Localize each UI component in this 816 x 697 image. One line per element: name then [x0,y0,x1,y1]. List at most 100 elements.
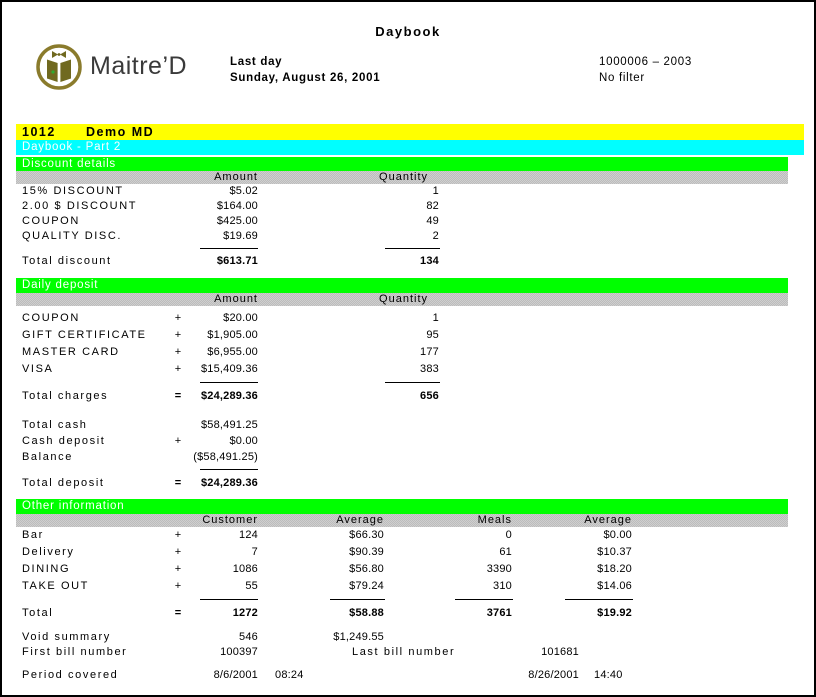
period-start-date: 8/6/2001 [158,668,258,683]
total-quantity: 134 [339,254,439,269]
deposit-column-headers: Amount Quantity [16,293,788,306]
other-info-section: Other information Customer Average Meals… [16,499,788,622]
row-label: 2.00 $ DISCOUNT [22,199,137,214]
total-label: Total charges [22,388,108,405]
customer-cell: 55 [158,578,258,595]
row-label: TAKE OUT [22,578,89,595]
total-amount: $613.71 [158,254,258,269]
amount-header: Amount [158,293,258,306]
total-meals: 3761 [412,605,512,622]
average-header: Average [532,514,632,527]
store-id: 1012 [22,124,56,140]
average-rule [330,599,385,600]
last-bill-label: Last bill number [352,645,455,660]
average-rule [565,599,633,600]
discount-section: Discount details Amount Quantity 15% DIS… [16,157,788,269]
row-label: QUALITY DISC. [22,229,122,244]
quantity-cell: 82 [339,199,439,214]
meals-rule [455,599,513,600]
average-cell: $14.06 [532,578,632,595]
report-period-block: Last day Sunday, August 26, 2001 [230,54,380,86]
quantity-cell: 383 [339,361,439,378]
row-label: Delivery [22,544,75,561]
other-info-column-headers: Customer Average Meals Average [16,514,788,527]
row-label: VISA [22,361,53,378]
discount-section-header: Discount details [16,157,788,171]
table-row: DINING + 1086 $56.80 3390 $18.20 [16,561,788,578]
quantity-header: Quantity [328,293,428,306]
quantity-cell: 95 [339,327,439,344]
total-row: Total charges = $24,289.36 656 [16,388,788,405]
quantity-cell: 2 [339,229,439,244]
table-row: 15% DISCOUNT $5.02 1 [16,184,788,199]
period-label: Last day [230,54,380,70]
void-summary-label: Void summary [22,630,111,645]
report-meta-block: 1000006 – 2003 No filter [599,54,692,86]
meals-header: Meals [412,514,512,527]
total-average: $58.88 [284,605,384,622]
customer-cell: 124 [158,527,258,544]
last-bill-number: 101681 [479,645,579,660]
row-label: COUPON [22,214,80,229]
average-header: Average [284,514,384,527]
void-amount: $1,249.55 [284,630,384,645]
void-count: 546 [158,630,258,645]
average-cell: $79.24 [284,578,384,595]
quantity-cell: 49 [339,214,439,229]
amount-cell: $58,491.25 [158,417,258,433]
total-label: Total [22,605,53,622]
table-row: COUPON $425.00 49 [16,214,788,229]
amount-rule [200,248,258,249]
table-row: 2.00 $ DISCOUNT $164.00 82 [16,199,788,214]
row-label: 15% DISCOUNT [22,184,124,199]
store-banner: 1012 Demo MD [16,124,804,140]
period-date: Sunday, August 26, 2001 [230,70,380,86]
average-cell: $18.20 [532,561,632,578]
total-average: $19.92 [532,605,632,622]
period-covered-row: Period covered 8/6/2001 08:24 8/26/2001 … [16,668,788,683]
total-rule [16,378,788,388]
discount-column-headers: Amount Quantity [16,171,788,184]
table-row: Total cash $58,491.25 [16,417,788,433]
filter-status: No filter [599,70,692,86]
total-amount: $24,289.36 [158,388,258,405]
total-row: Total discount $613.71 134 [16,254,788,269]
quantity-cell: 1 [339,184,439,199]
other-info-section-header: Other information [16,499,788,514]
row-label: Balance [22,449,73,465]
table-row: VISA + $15,409.36 383 [16,361,788,378]
total-rule [16,244,788,254]
total-label: Total discount [22,254,112,269]
store-name: Demo MD [86,124,154,140]
table-row: QUALITY DISC. $19.69 2 [16,229,788,244]
total-row: Total deposit = $24,289.36 [16,475,788,492]
meals-cell: 61 [412,544,512,561]
amount-cell: $19.69 [158,229,258,244]
row-label: MASTER CARD [22,344,120,361]
amount-cell: ($58,491.25) [158,449,258,465]
average-cell: $90.39 [284,544,384,561]
amount-cell: $15,409.36 [158,361,258,378]
amount-cell: $164.00 [158,199,258,214]
amount-header: Amount [158,171,258,184]
maitred-logo-icon [34,42,84,92]
table-row: COUPON + $20.00 1 [16,310,788,327]
table-row: Balance ($58,491.25) [16,449,788,465]
row-label: Bar [22,527,44,544]
total-label: Total deposit [22,475,105,492]
page-title: Daybook [2,24,814,39]
quantity-cell: 1 [339,310,439,327]
amount-cell: $425.00 [158,214,258,229]
amount-rule [200,469,258,470]
first-bill-label: First bill number [22,645,127,660]
first-bill-number: 100397 [158,645,258,660]
report-part-banner: Daybook - Part 2 [16,140,804,155]
row-label: DINING [22,561,70,578]
meals-cell: 0 [412,527,512,544]
amount-cell: $6,955.00 [158,344,258,361]
average-cell: $66.30 [284,527,384,544]
void-summary-row: Void summary 546 $1,249.55 [16,630,788,645]
amount-cell: $5.02 [158,184,258,199]
quantity-cell: 177 [339,344,439,361]
row-label: COUPON [22,310,80,327]
